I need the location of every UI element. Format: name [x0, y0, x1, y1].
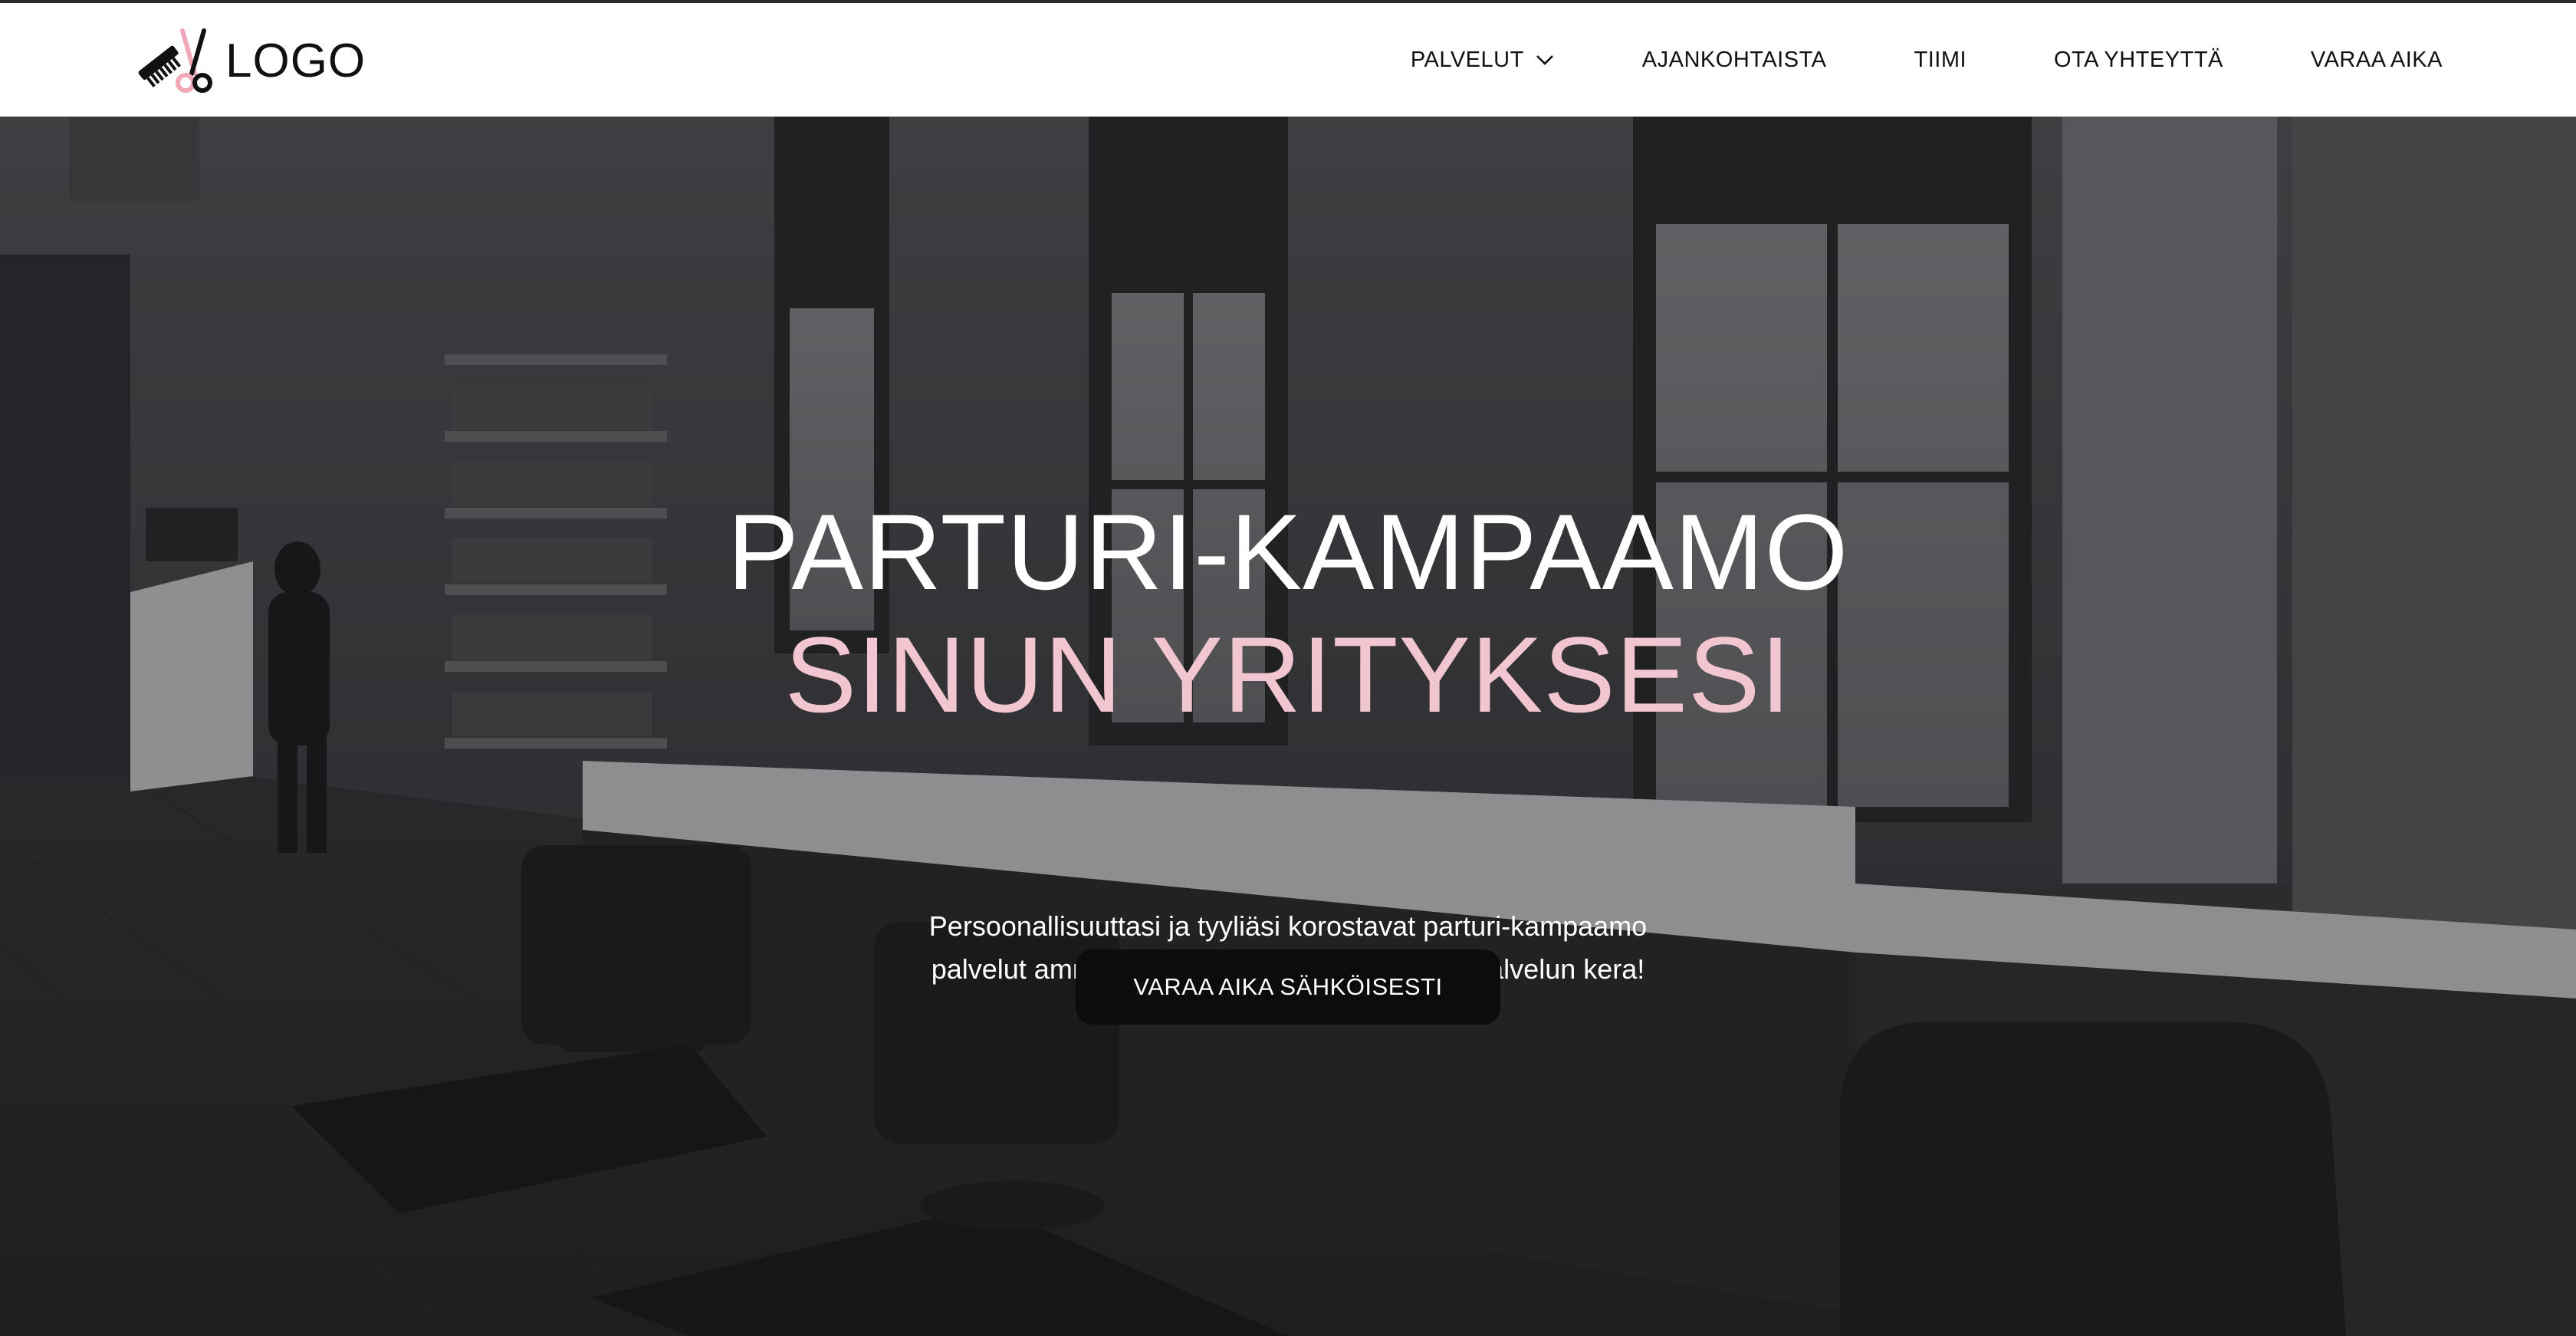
- nav-item-label: TIIMI: [1914, 47, 1967, 72]
- comb-scissors-icon: [138, 28, 212, 93]
- nav-item-varaa-aika[interactable]: VARAA AIKA: [2311, 48, 2443, 73]
- nav-item-tiimi[interactable]: TIIMI: [1914, 48, 1967, 73]
- hero-title: PARTURI-KAMPAAMO SINUN YRITYKSESI: [0, 491, 2576, 736]
- main-nav: PALVELUT AJANKOHTAISTA TIIMI OTA YHTEYTT…: [1411, 3, 2443, 117]
- site-header: LOGO PALVELUT AJANKOHTAISTA TIIMI OTA YH…: [0, 3, 2576, 117]
- nav-item-ajankohtaista[interactable]: AJANKOHTAISTA: [1642, 48, 1827, 73]
- nav-item-label: OTA YHTEYTTÄ: [2054, 47, 2223, 72]
- hero-title-line2: SINUN YRITYKSESI: [784, 614, 1792, 735]
- nav-item-palvelut[interactable]: PALVELUT: [1411, 48, 1555, 73]
- nav-item-ota-yhteytta[interactable]: OTA YHTEYTTÄ: [2054, 48, 2223, 73]
- nav-item-label: AJANKOHTAISTA: [1641, 47, 1827, 72]
- nav-item-label: PALVELUT: [1410, 47, 1524, 72]
- chevron-down-icon: [1536, 55, 1553, 65]
- book-appointment-button[interactable]: VARAA AIKA SÄHKÖISESTI: [1076, 949, 1500, 1025]
- hero-description-line1: Persoonallisuuttasi ja tyyliäsi korostav…: [928, 910, 1648, 942]
- logo-text: LOGO: [225, 34, 366, 87]
- hero-section: PARTURI-KAMPAAMO SINUN YRITYKSESI Persoo…: [0, 117, 2576, 1336]
- logo[interactable]: LOGO: [132, 26, 366, 95]
- nav-item-label: VARAA AIKA: [2310, 47, 2443, 72]
- hero-title-line1: PARTURI-KAMPAAMO: [727, 492, 1849, 612]
